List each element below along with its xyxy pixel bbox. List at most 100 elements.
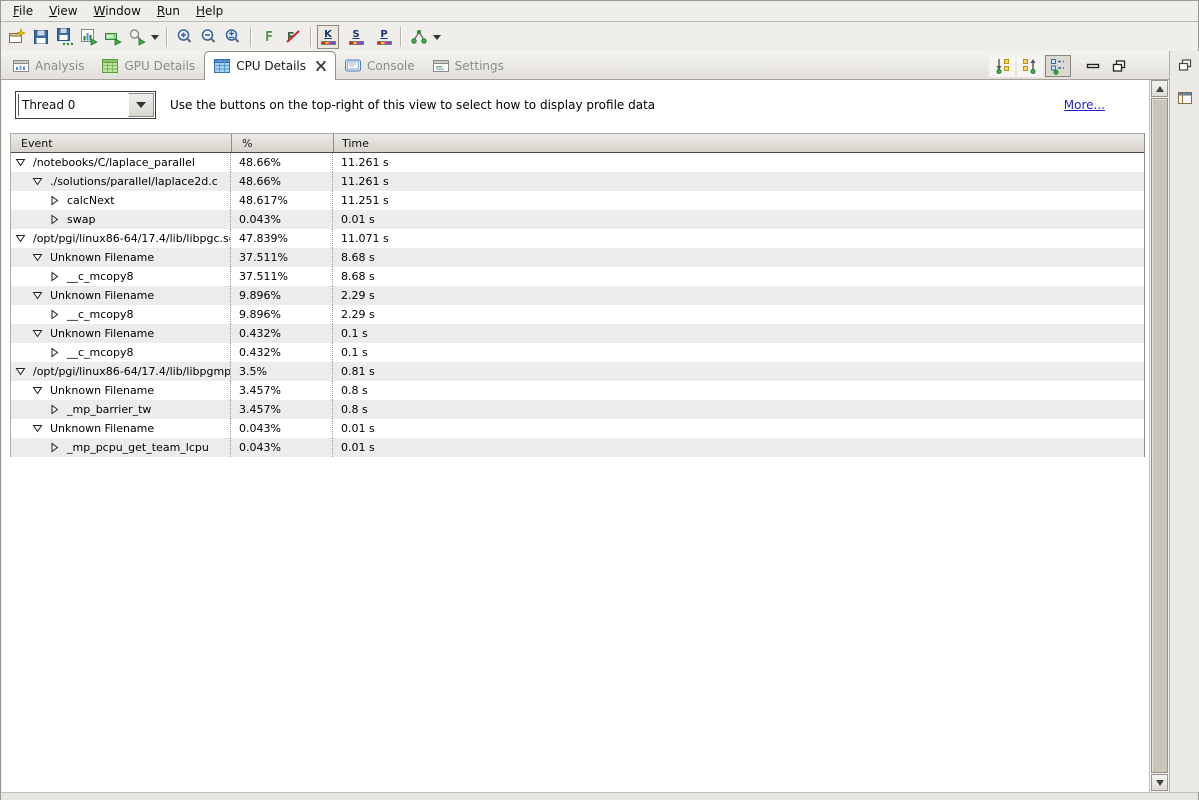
table-row[interactable]: ./solutions/parallel/laplace2d.c 48.66% … [11,172,1144,191]
stream-view-toggle[interactable]: S [345,25,367,49]
expand-toggle[interactable] [32,385,43,396]
expand-toggle[interactable] [49,347,60,358]
time-value: 0.01 s [333,210,1144,229]
chevron-down-icon [433,35,441,40]
expand-toggle[interactable] [49,442,60,453]
add-marker-button[interactable]: F [257,25,281,49]
vertical-scrollbar[interactable] [1149,80,1168,792]
menu-file[interactable]: File [5,2,41,20]
time-value: 0.01 s [333,438,1144,457]
save-as-button[interactable] [53,25,77,49]
tab-cpu-details[interactable]: CPU Details [204,51,336,80]
percent-value: 0.043% [231,210,333,229]
maximize-view-button[interactable] [1107,55,1131,77]
expand-toggle[interactable] [49,309,60,320]
expand-toggle[interactable] [32,176,43,187]
menu-help[interactable]: Help [188,2,231,20]
expand-toggle[interactable] [15,157,26,168]
expand-toggle[interactable] [49,271,60,282]
tree-view-toggle[interactable] [1045,55,1071,77]
thread-select-dropdown-button[interactable] [128,93,154,117]
column-header-percent[interactable]: % [231,134,333,152]
time-value: 11.251 s [333,191,1144,210]
zoom-fit-icon [224,28,242,46]
time-value: 0.8 s [333,400,1144,419]
zoom-in-button[interactable] [173,25,197,49]
table-row[interactable]: /opt/pgi/linux86-64/17.4/lib/libpgc.so 4… [11,229,1144,248]
new-session-button[interactable] [5,25,29,49]
fast-view-window-button[interactable] [1177,90,1193,109]
gpu-details-icon [102,59,118,73]
collapse-all-button[interactable] [1017,55,1043,77]
table-row[interactable]: Unknown Filename 37.511% 8.68 s [11,248,1144,267]
toolbar-separator [166,27,168,47]
table-row[interactable]: _mp_pcpu_get_team_lcpu 0.043% 0.01 s [11,438,1144,457]
cpu-details-view: Thread 0 Use the buttons on the top-righ… [2,80,1149,792]
table-row[interactable]: /notebooks/C/laplace_parallel 48.66% 11.… [11,153,1144,172]
process-view-toggle[interactable]: P [373,25,395,49]
tab-gpu-details[interactable]: GPU Details [93,52,204,80]
event-label: _mp_pcpu_get_team_lcpu [67,441,209,454]
restore-pane-button[interactable] [1177,57,1193,76]
dependency-analysis-button[interactable] [407,25,431,49]
run-menu-dropdown[interactable] [149,25,161,49]
menu-run[interactable]: Run [149,2,188,20]
expand-toggle[interactable] [32,290,43,301]
tab-analysis[interactable]: Analysis [4,52,93,80]
scrollbar-thumb[interactable] [1151,98,1168,773]
time-value: 8.68 s [333,267,1144,286]
expand-toggle[interactable] [32,423,43,434]
percent-value: 3.457% [231,381,333,400]
table-row[interactable]: __c_mcopy8 37.511% 8.68 s [11,267,1144,286]
table-row[interactable]: Unknown Filename 0.043% 0.01 s [11,419,1144,438]
zoom-fit-button[interactable] [221,25,245,49]
color-bar-icon [349,41,364,45]
expand-toggle[interactable] [15,366,26,377]
more-link[interactable]: More... [1064,98,1105,112]
table-row[interactable]: __c_mcopy8 0.432% 0.1 s [11,343,1144,362]
color-bar-icon [321,41,336,45]
table-row[interactable]: /opt/pgi/linux86-64/17.4/lib/libpgmp.so … [11,362,1144,381]
analyze-run-button[interactable] [125,25,149,49]
minimize-view-button[interactable] [1081,55,1105,77]
table-row[interactable]: Unknown Filename 0.432% 0.1 s [11,324,1144,343]
expand-toggle[interactable] [49,195,60,206]
expand-all-button[interactable] [989,55,1015,77]
expand-toggle[interactable] [15,233,26,244]
timeline-run-button[interactable] [101,25,125,49]
remove-marker-button[interactable]: F [281,25,305,49]
profile-application-button[interactable] [77,25,101,49]
column-header-time[interactable]: Time [333,134,1144,152]
percent-value: 0.432% [231,324,333,343]
table-row[interactable]: calcNext 48.617% 11.251 s [11,191,1144,210]
close-icon[interactable] [316,61,326,71]
table-row[interactable]: _mp_barrier_tw 3.457% 0.8 s [11,400,1144,419]
thread-select[interactable]: Thread 0 [15,91,156,119]
table-row[interactable]: __c_mcopy8 9.896% 2.29 s [11,305,1144,324]
expand-toggle[interactable] [49,214,60,225]
scroll-down-button[interactable] [1151,774,1168,791]
table-row[interactable]: Unknown Filename 9.896% 2.29 s [11,286,1144,305]
expand-toggle[interactable] [32,252,43,263]
scroll-up-button[interactable] [1151,80,1168,97]
table-body: /notebooks/C/laplace_parallel 48.66% 11.… [11,153,1144,457]
save-button[interactable] [29,25,53,49]
zoom-out-button[interactable] [197,25,221,49]
menu-window[interactable]: Window [86,2,149,20]
console-icon [345,59,361,73]
table-row[interactable]: swap 0.043% 0.01 s [11,210,1144,229]
expand-toggle[interactable] [49,404,60,415]
process-p-icon: P [380,29,387,40]
fork-tree-icon [410,28,428,46]
menu-view[interactable]: View [41,2,85,20]
expand-toggle[interactable] [32,328,43,339]
event-label: Unknown Filename [50,289,154,302]
column-header-event[interactable]: Event [11,134,231,152]
table-row[interactable]: Unknown Filename 3.457% 0.8 s [11,381,1144,400]
kernel-view-toggle[interactable]: K [317,25,339,49]
tab-console[interactable]: Console [336,52,424,80]
timeline-run-icon [104,28,122,46]
tab-settings[interactable]: Settings [424,52,513,80]
chevron-down-icon [151,35,159,40]
analysis-menu-dropdown[interactable] [431,25,443,49]
